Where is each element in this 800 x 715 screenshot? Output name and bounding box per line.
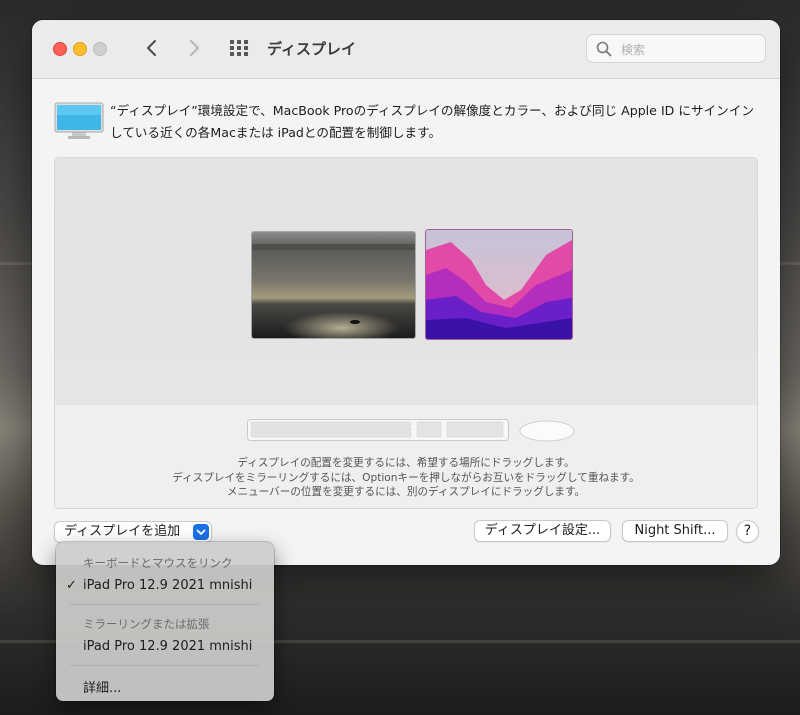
ipad-display-thumbnail[interactable] — [251, 231, 416, 339]
menu-separator — [70, 665, 260, 666]
monterey-wallpaper — [426, 230, 572, 339]
display-arrangement-area[interactable]: ディスプレイの配置を変更するには、希望する場所にドラッグします。 ディスプレイを… — [54, 157, 758, 509]
close-button[interactable] — [53, 42, 67, 56]
night-shift-button[interactable]: Night Shift... — [622, 520, 728, 542]
keyboard-icon — [247, 419, 509, 441]
description-text: “ディスプレイ”環境設定で、MacBook Proのディスプレイの解像度とカラー… — [110, 103, 754, 140]
search-input[interactable] — [619, 39, 763, 60]
menu-header-mirror-extend: ミラーリングまたは拡張 — [83, 617, 210, 631]
zoom-button[interactable] — [93, 42, 107, 56]
display-settings-button[interactable]: ディスプレイ設定... — [474, 520, 611, 542]
menu-separator — [70, 604, 260, 605]
search-icon — [596, 41, 612, 57]
menu-item-more-details[interactable]: 詳細... — [61, 674, 269, 696]
display-monitor-icon — [54, 102, 104, 139]
search-field[interactable] — [586, 34, 766, 63]
menu-header-link-keyboard-mouse: キーボードとマウスをリンク — [83, 556, 233, 570]
checkmark-icon: ✓ — [66, 578, 77, 593]
minimize-button[interactable] — [73, 42, 87, 56]
menu-item-link-ipad[interactable]: ✓ iPad Pro 12.9 2021 mnishi — [61, 575, 269, 597]
forward-arrow-icon[interactable] — [183, 37, 205, 59]
back-arrow-icon[interactable] — [141, 37, 163, 59]
ocean-sunset-wallpaper — [252, 232, 415, 338]
chevron-down-icon — [193, 524, 209, 540]
arrangement-hint: ディスプレイの配置を変更するには、希望する場所にドラッグします。 ディスプレイを… — [172, 457, 640, 498]
display-preferences-window: ディスプレイ “ディスプレイ”環境設定で、MacBook Proのディスプレイの… — [32, 20, 780, 565]
add-display-menu: キーボードとマウスをリンク ✓ iPad Pro 12.9 2021 mnish… — [56, 542, 274, 701]
window-title: ディスプレイ — [267, 40, 356, 58]
add-display-popup-button[interactable]: ディスプレイを追加 — [54, 521, 212, 543]
add-display-label: ディスプレイを追加 — [64, 524, 181, 539]
help-button[interactable]: ? — [736, 520, 759, 543]
mouse-icon — [519, 420, 575, 442]
macbook-display-thumbnail[interactable] — [425, 229, 573, 340]
show-all-grid-icon[interactable] — [229, 39, 249, 57]
menu-item-mirror-ipad[interactable]: iPad Pro 12.9 2021 mnishi — [61, 636, 269, 658]
title-bar: ディスプレイ — [32, 20, 780, 79]
